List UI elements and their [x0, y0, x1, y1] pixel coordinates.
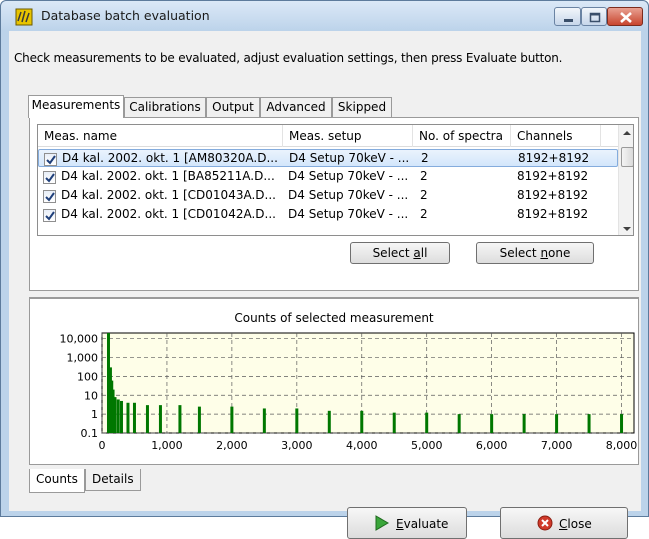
cell-meas-name: D4 kal. 2002. okt. 1 [CD01043A.D... — [61, 188, 276, 202]
counts-chart-panel: Counts of selected measurement 0.1 1 10 100… — [29, 297, 639, 465]
evaluate-label: valuate — [403, 517, 449, 531]
table-row[interactable]: D4 kal. 2002. okt. 1 [CD01043A.D... D4 S… — [38, 187, 618, 205]
table-row[interactable]: D4 kal. 2002. okt. 1 [CD01042A.D... D4 S… — [38, 206, 618, 224]
y-tick-label: 1 — [91, 408, 98, 421]
cell-spectra: 2 — [420, 207, 428, 221]
title-bar: Database batch evaluation — [1, 1, 648, 31]
window-close-button[interactable] — [607, 7, 643, 26]
measurements-grid[interactable]: Meas. name Meas. setup No. of spectra Ch… — [37, 124, 634, 236]
checkmark-icon — [46, 155, 56, 165]
x-tick-label: 3,000 — [281, 439, 313, 452]
x-tick-label: 1,000 — [151, 439, 183, 452]
chart-title: Counts of selected measurement — [234, 311, 434, 325]
close-icon — [620, 12, 632, 23]
select-none-label-post: one — [548, 246, 571, 260]
select-none-button[interactable]: Select none — [476, 242, 594, 264]
select-all-label-access: a — [413, 246, 421, 260]
cell-meas-setup: D4 Setup 70keV - ... — [289, 151, 410, 165]
column-meas-setup[interactable]: Meas. setup — [283, 125, 413, 147]
close-button[interactable]: Close — [500, 507, 628, 539]
tab-output[interactable]: Output — [206, 97, 260, 117]
x-tick-label: 5,000 — [411, 439, 443, 452]
evaluate-label-access: E — [396, 517, 404, 531]
checkmark-icon — [45, 211, 55, 221]
grid-body: D4 kal. 2002. okt. 1 [AM80320A.D... D4 S… — [38, 147, 618, 235]
tab-skipped[interactable]: Skipped — [332, 97, 392, 117]
cell-meas-setup: D4 Setup 70keV - ... — [288, 188, 409, 202]
scroll-thumb[interactable] — [621, 147, 633, 167]
checkmark-icon — [45, 173, 55, 183]
y-tick-label: 100 — [77, 370, 98, 383]
y-tick-label: 0.1 — [81, 427, 99, 440]
cell-meas-name: D4 kal. 2002. okt. 1 [CD01042A.D... — [61, 207, 276, 221]
cell-meas-name: D4 kal. 2002. okt. 1 [BA85211A.D... — [61, 169, 275, 183]
column-meas-name[interactable]: Meas. name — [38, 125, 283, 147]
y-tick-label: 10,000 — [60, 333, 99, 346]
dialog-client-area: Check measurements to be evaluated, adju… — [9, 31, 641, 539]
cell-spectra: 2 — [420, 169, 428, 183]
tab-counts[interactable]: Counts — [29, 469, 85, 493]
tab-advanced[interactable]: Advanced — [260, 97, 332, 117]
x-tick-label: 6,000 — [476, 439, 508, 452]
select-all-label-pre: Select — [372, 246, 414, 260]
instructions-text: Check measurements to be evaluated, adju… — [14, 51, 563, 65]
cell-channels: 8192+8192 — [517, 207, 589, 221]
cell-meas-setup: D4 Setup 70keV - ... — [288, 207, 409, 221]
cell-spectra: 2 — [421, 151, 429, 165]
row-checkbox[interactable] — [43, 171, 56, 184]
window-title: Database batch evaluation — [41, 8, 210, 23]
scroll-down-icon[interactable] — [623, 227, 631, 231]
table-row[interactable]: D4 kal. 2002. okt. 1 [BA85211A.D... D4 S… — [38, 168, 618, 186]
cell-channels: 8192+8192 — [518, 151, 590, 165]
tab-calibrations[interactable]: Calibrations — [124, 97, 206, 117]
select-all-button[interactable]: Select all — [350, 242, 450, 264]
database-app-icon — [15, 8, 33, 26]
error-close-icon — [537, 515, 553, 531]
minimize-icon — [564, 19, 573, 22]
cell-spectra: 2 — [420, 188, 428, 202]
y-tick-label: 1,000 — [67, 352, 99, 365]
x-tick-label: 7,000 — [541, 439, 573, 452]
row-checkbox[interactable] — [44, 153, 57, 166]
plot-area — [101, 332, 635, 434]
row-checkbox[interactable] — [43, 209, 56, 222]
table-row[interactable]: D4 kal. 2002. okt. 1 [AM80320A.D... D4 S… — [38, 149, 618, 167]
grid-header: Meas. name Meas. setup No. of spectra Ch… — [38, 125, 618, 147]
evaluate-button[interactable]: Evaluate — [347, 507, 467, 539]
grid-vertical-scrollbar[interactable] — [618, 125, 633, 235]
tab-measurements[interactable]: Measurements — [28, 95, 124, 118]
minimize-button[interactable] — [554, 7, 581, 26]
close-label: lose — [567, 517, 592, 531]
scroll-up-icon[interactable] — [623, 131, 631, 135]
select-none-label-pre: Select — [499, 246, 541, 260]
cell-meas-setup: D4 Setup 70keV - ... — [288, 169, 409, 183]
select-all-label-post: ll — [420, 246, 428, 260]
maximize-icon — [589, 12, 601, 23]
column-channels[interactable]: Channels — [511, 125, 601, 147]
row-checkbox[interactable] — [43, 190, 56, 203]
tab-details[interactable]: Details — [85, 469, 141, 491]
cell-channels: 8192+8192 — [517, 169, 589, 183]
x-tick-label: 8,000 — [606, 439, 638, 452]
play-icon — [375, 515, 389, 531]
close-label-access: C — [559, 517, 568, 531]
x-tick-label: 2,000 — [216, 439, 248, 452]
column-spectra[interactable]: No. of spectra — [413, 125, 511, 147]
checkmark-icon — [45, 192, 55, 202]
counts-chart: 0.1 1 10 100 1,000 10,000 0 1,000 2,000 3,000 4,00… — [60, 332, 638, 452]
cell-meas-name: D4 kal. 2002. okt. 1 [AM80320A.D... — [62, 151, 278, 165]
maximize-button[interactable] — [581, 7, 607, 26]
y-tick-label: 10 — [84, 389, 98, 402]
batch-evaluation-window: Database batch evaluation Check measurem… — [0, 0, 649, 539]
select-none-label-access: n — [540, 246, 549, 260]
cell-channels: 8192+8192 — [517, 188, 589, 202]
x-tick-label: 4,000 — [346, 439, 378, 452]
measurements-panel: Meas. name Meas. setup No. of spectra Ch… — [29, 117, 639, 291]
x-tick-label: 0 — [99, 439, 106, 452]
